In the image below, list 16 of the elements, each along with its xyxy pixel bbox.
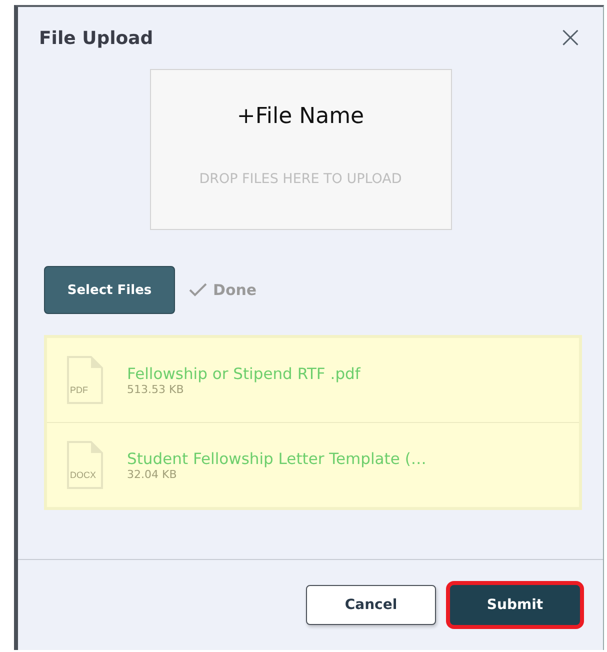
- select-files-button[interactable]: Select Files: [44, 266, 175, 314]
- file-type-label: PDF: [70, 385, 88, 395]
- file-size: 32.04 KB: [127, 468, 178, 480]
- drop-zone[interactable]: +File Name DROP FILES HERE TO UPLOAD: [150, 69, 452, 230]
- close-button[interactable]: ×: [554, 23, 587, 53]
- file-size: 513.53 KB: [127, 382, 185, 396]
- file-icon: [67, 441, 103, 489]
- file-name: Student Fellowship Letter Template (…: [127, 450, 426, 468]
- file-name: Fellowship or Stipend RTF .pdf: [127, 364, 360, 382]
- cancel-button[interactable]: Cancel: [306, 585, 436, 625]
- file-type-label: DOCX: [70, 470, 96, 480]
- file-icon: [67, 356, 103, 404]
- drop-zone-hint: DROP FILES HERE TO UPLOAD: [199, 171, 402, 187]
- drop-zone-title: +File Name: [236, 104, 364, 129]
- dialog-title: File Upload: [39, 28, 154, 48]
- status-label: Done: [213, 281, 257, 299]
